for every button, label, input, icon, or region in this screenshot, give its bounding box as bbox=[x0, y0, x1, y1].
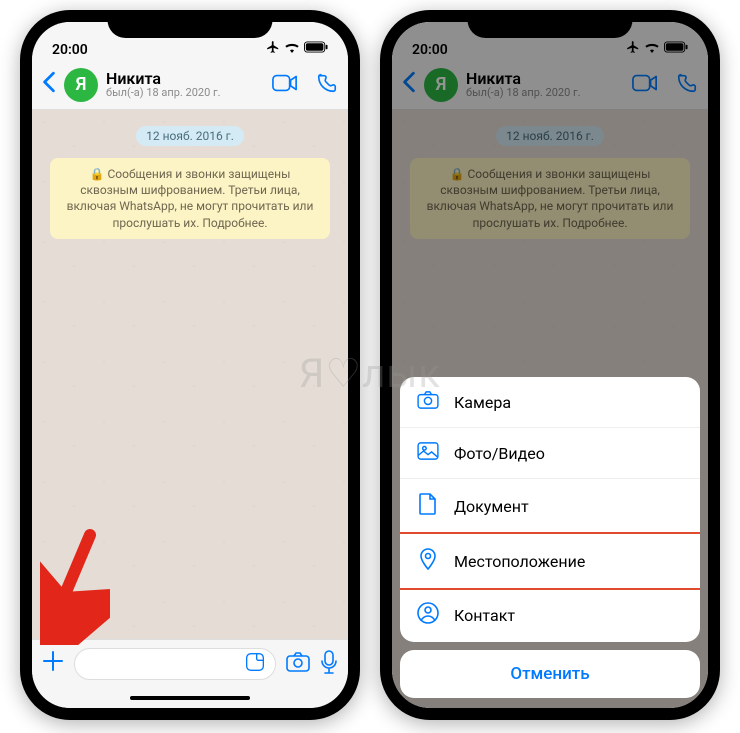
sheet-item-document[interactable]: Документ bbox=[400, 479, 700, 534]
voice-call-button[interactable] bbox=[316, 72, 338, 98]
contact-name: Никита bbox=[106, 70, 254, 88]
encryption-notice[interactable]: 🔒 Сообщения и звонки защищены сквозным ш… bbox=[50, 158, 330, 239]
phone-notch bbox=[468, 10, 633, 38]
airplane-icon bbox=[266, 40, 280, 58]
annotation-arrow bbox=[40, 525, 110, 649]
battery-icon bbox=[304, 41, 328, 57]
wifi-icon bbox=[284, 41, 300, 57]
sheet-item-label: Фото/Видео bbox=[454, 444, 545, 463]
sheet-item-contact[interactable]: Контакт bbox=[400, 588, 700, 642]
contact-icon bbox=[416, 602, 440, 628]
back-button[interactable] bbox=[42, 70, 56, 100]
contact-info[interactable]: Никита был(-а) 18 апр. 2020 г. bbox=[106, 70, 254, 100]
avatar[interactable]: Я bbox=[64, 68, 98, 102]
sheet-item-camera[interactable]: Камера bbox=[400, 377, 700, 428]
sticker-icon[interactable] bbox=[245, 652, 265, 676]
phone-notch bbox=[108, 10, 273, 38]
attach-action-sheet: Камера Фото/Видео Документ Местоположени… bbox=[400, 377, 700, 698]
contact-status: был(-а) 18 апр. 2020 г. bbox=[106, 87, 254, 99]
sheet-item-label: Местоположение bbox=[454, 552, 585, 571]
date-pill: 12 нояб. 2016 г. bbox=[136, 126, 244, 146]
message-input[interactable] bbox=[74, 648, 276, 680]
cancel-button[interactable]: Отменить bbox=[400, 650, 700, 698]
sheet-item-location[interactable]: Местоположение bbox=[400, 532, 700, 590]
video-call-button[interactable] bbox=[272, 74, 298, 96]
location-icon bbox=[416, 548, 440, 574]
chat-header: Я Никита был(-а) 18 апр. 2020 г. bbox=[32, 60, 348, 110]
sheet-item-label: Контакт bbox=[454, 606, 515, 625]
home-indicator[interactable] bbox=[32, 688, 348, 708]
mic-button[interactable] bbox=[320, 650, 338, 678]
camera-icon bbox=[416, 391, 440, 413]
sheet-item-label: Камера bbox=[454, 393, 511, 412]
status-time: 20:00 bbox=[52, 42, 88, 58]
document-icon bbox=[416, 493, 440, 519]
action-sheet-group: Камера Фото/Видео Документ Местоположени… bbox=[400, 377, 700, 642]
camera-button[interactable] bbox=[286, 652, 310, 676]
phone-right: 20:00 Я Никита был(-а) 18 апр. 2020 г. 1 bbox=[380, 10, 720, 720]
attach-button[interactable] bbox=[42, 649, 64, 679]
sheet-item-photo-video[interactable]: Фото/Видео bbox=[400, 428, 700, 479]
sheet-item-label: Документ bbox=[454, 497, 529, 516]
photo-icon bbox=[416, 442, 440, 464]
